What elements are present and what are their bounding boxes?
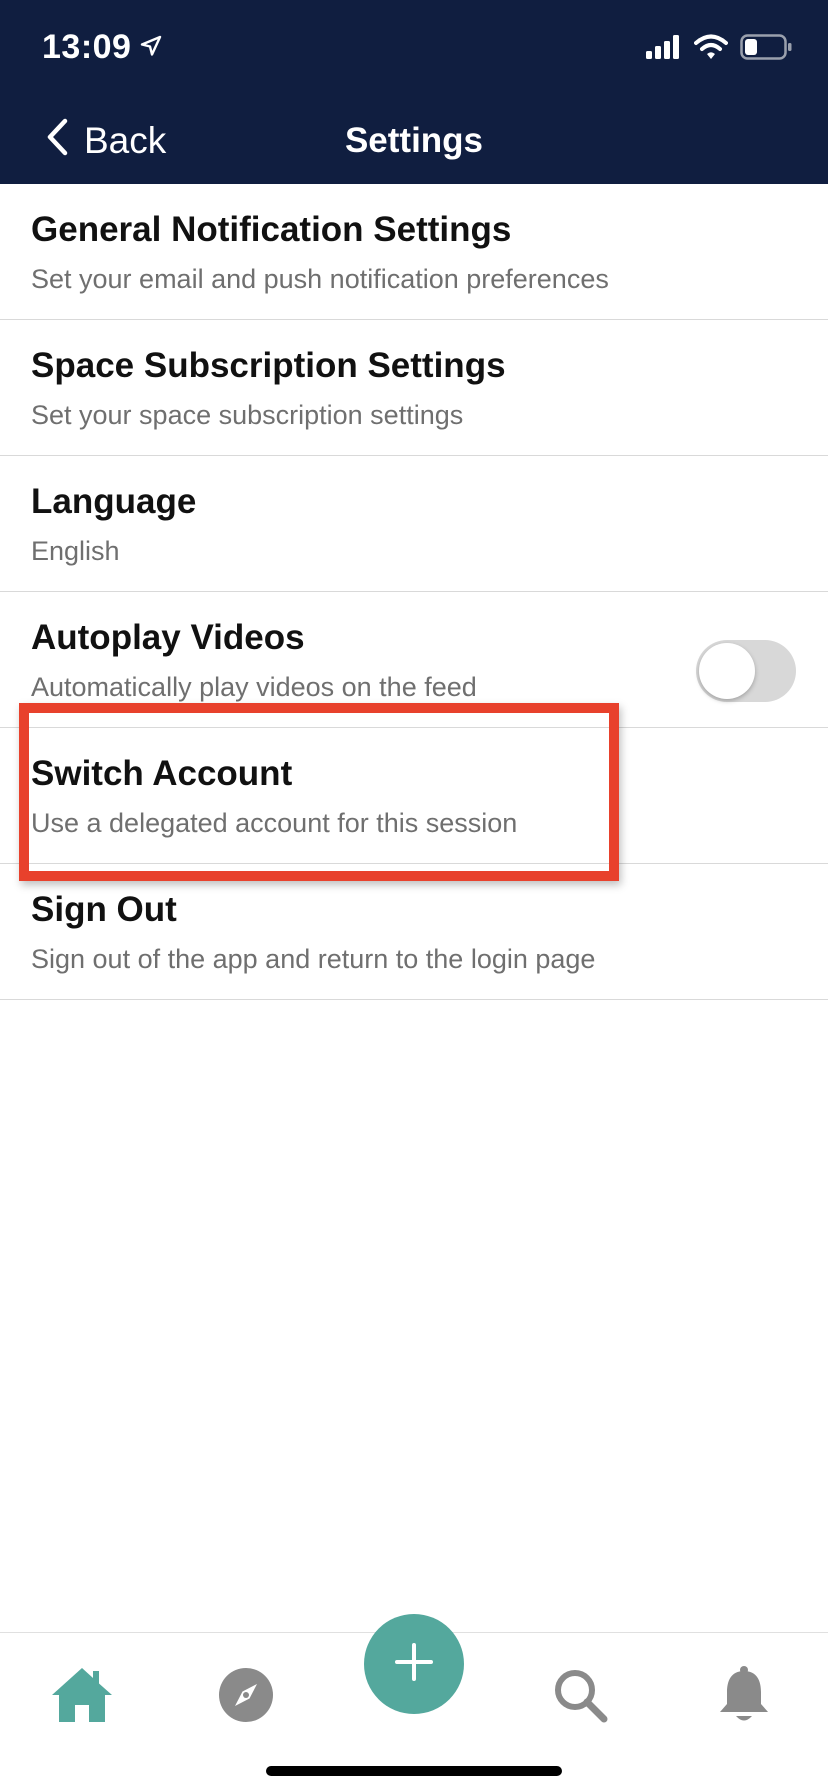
settings-item-autoplay-videos: Autoplay Videos Automatically play video… bbox=[0, 592, 828, 728]
home-indicator bbox=[266, 1766, 562, 1776]
settings-list: General Notification Settings Set your e… bbox=[0, 184, 828, 1000]
location-arrow-icon bbox=[139, 28, 163, 67]
compass-icon bbox=[218, 1667, 274, 1728]
back-button[interactable]: Back bbox=[44, 116, 166, 166]
bell-icon bbox=[718, 1665, 770, 1730]
settings-item-space-subscriptions[interactable]: Space Subscription Settings Set your spa… bbox=[0, 320, 828, 456]
status-time-text: 13:09 bbox=[42, 28, 132, 66]
header: 13:09 Back Settings bbox=[0, 0, 828, 184]
nav-notifications[interactable] bbox=[712, 1665, 776, 1729]
home-icon bbox=[50, 1665, 114, 1730]
settings-item-title: Sign Out bbox=[31, 890, 177, 929]
chevron-left-icon bbox=[44, 117, 70, 166]
nav-search[interactable] bbox=[548, 1665, 612, 1729]
status-time: 13:09 bbox=[42, 28, 163, 67]
back-label: Back bbox=[84, 120, 167, 161]
nav-home[interactable] bbox=[50, 1665, 114, 1729]
settings-item-subtitle: Sign out of the app and return to the lo… bbox=[31, 944, 596, 974]
settings-item-title: Autoplay Videos bbox=[31, 618, 305, 657]
settings-item-sign-out[interactable]: Sign Out Sign out of the app and return … bbox=[0, 864, 828, 1000]
toggle-knob bbox=[699, 643, 755, 699]
search-icon bbox=[552, 1667, 608, 1728]
plus-icon bbox=[394, 1642, 434, 1687]
settings-item-general-notifications[interactable]: General Notification Settings Set your e… bbox=[0, 184, 828, 320]
create-post-button[interactable] bbox=[364, 1614, 464, 1714]
status-indicators bbox=[646, 34, 792, 65]
battery-icon bbox=[740, 34, 792, 65]
cellular-signal-icon bbox=[646, 35, 682, 64]
settings-item-subtitle: Use a delegated account for this session bbox=[31, 808, 518, 838]
settings-item-subtitle: Automatically play videos on the feed bbox=[31, 672, 477, 702]
settings-item-subtitle: Set your email and push notification pre… bbox=[31, 264, 609, 294]
settings-item-subtitle: Set your space subscription settings bbox=[31, 400, 464, 430]
settings-item-title: General Notification Settings bbox=[31, 210, 512, 249]
settings-item-title: Switch Account bbox=[31, 754, 293, 793]
settings-item-title: Language bbox=[31, 482, 197, 521]
settings-item-subtitle: English bbox=[31, 536, 120, 566]
settings-item-title: Space Subscription Settings bbox=[31, 346, 506, 385]
autoplay-toggle[interactable] bbox=[696, 640, 796, 702]
nav-explore[interactable] bbox=[214, 1665, 278, 1729]
settings-screen: 13:09 Back Settings General Notification… bbox=[0, 0, 828, 1792]
settings-item-switch-account[interactable]: Switch Account Use a delegated account f… bbox=[0, 728, 828, 864]
settings-item-language[interactable]: Language English bbox=[0, 456, 828, 592]
wifi-icon bbox=[694, 34, 728, 65]
